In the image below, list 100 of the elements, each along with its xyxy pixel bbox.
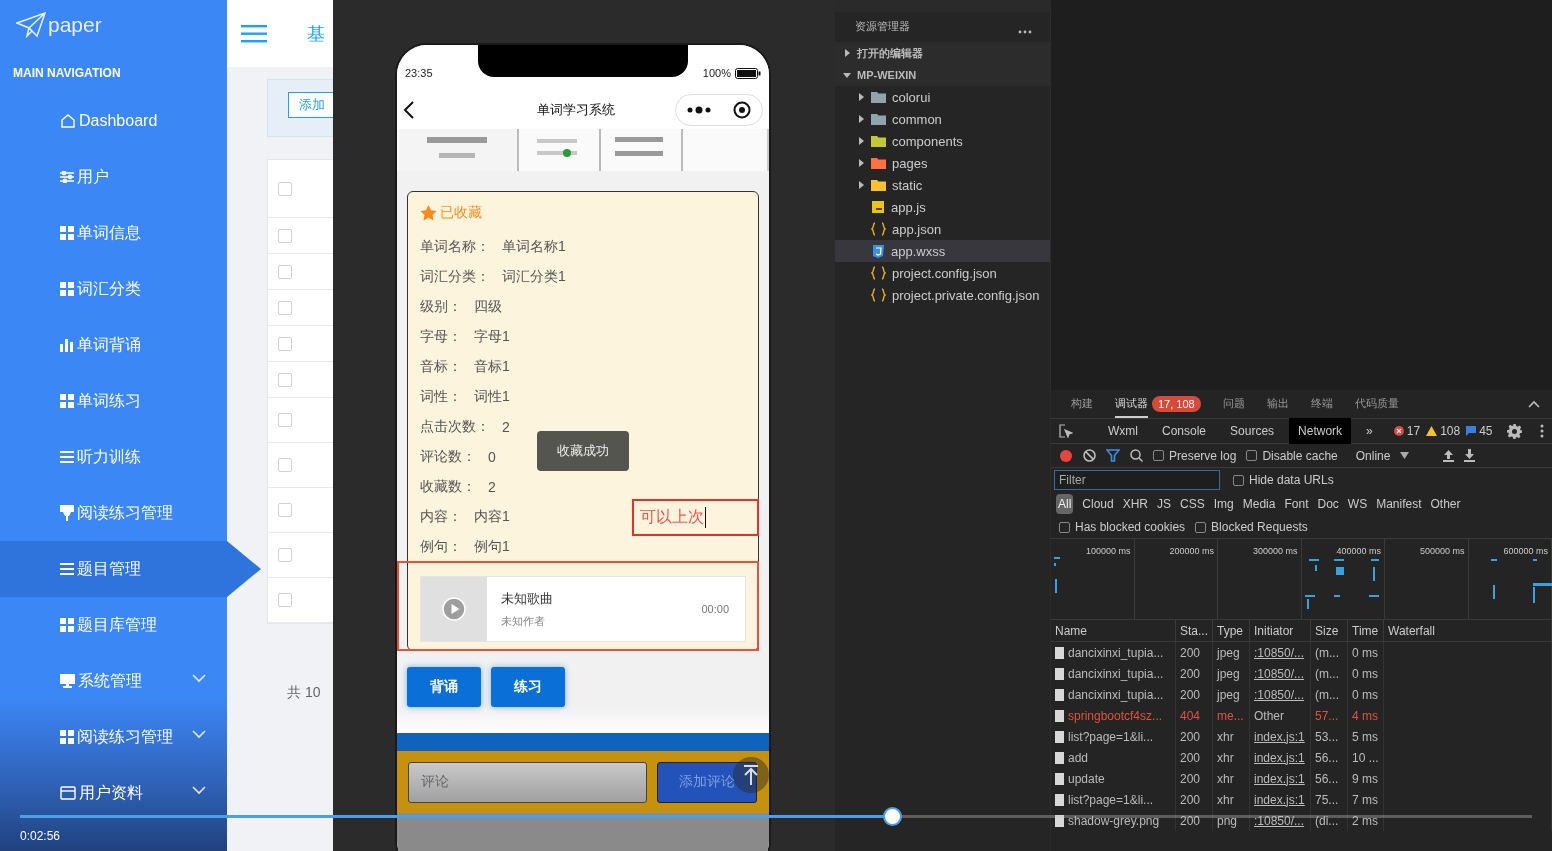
select-all-checkbox[interactable]: [278, 181, 292, 196]
panel-tab[interactable]: 问题: [1222, 390, 1245, 418]
initiator-link[interactable]: :10850/...: [1250, 642, 1311, 663]
column-header[interactable]: Size: [1311, 620, 1348, 642]
nav-item[interactable]: 用户: [0, 149, 227, 205]
action-button[interactable]: 背诵: [407, 667, 481, 707]
more-icon[interactable]: [1540, 424, 1544, 438]
nav-item[interactable]: 阅读练习管理: [0, 485, 227, 541]
nav-item[interactable]: 用户资料: [0, 765, 227, 821]
devtools-tab[interactable]: Sources: [1221, 418, 1284, 444]
dropdown-icon[interactable]: [1400, 452, 1410, 459]
request-name[interactable]: dancixinxi_tupia...: [1051, 642, 1176, 663]
nav-item[interactable]: 单词背诵: [0, 317, 227, 373]
initiator-link[interactable]: index.js:1: [1250, 768, 1311, 789]
row-checkbox[interactable]: [278, 413, 292, 427]
explorer-section[interactable]: MP-WEIXIN: [835, 64, 1050, 86]
nav-item[interactable]: Dashboard: [0, 93, 227, 149]
devtools-tab[interactable]: Console: [1153, 418, 1216, 444]
upload-icon[interactable]: [1443, 449, 1455, 462]
tree-item[interactable]: project.private.config.json: [835, 284, 1050, 306]
explorer-section[interactable]: 打开的编辑器: [835, 42, 1050, 64]
devtools-tab[interactable]: Wxml: [1099, 418, 1147, 444]
nav-item[interactable]: 听力训练: [0, 429, 227, 485]
clear-icon[interactable]: [1083, 449, 1096, 462]
column-header[interactable]: Type: [1213, 620, 1250, 642]
type-filter[interactable]: All: [1056, 494, 1074, 514]
tree-item[interactable]: app.json: [835, 218, 1050, 240]
nav-item[interactable]: 词汇分类: [0, 261, 227, 317]
back-icon[interactable]: [403, 101, 415, 119]
type-filter[interactable]: Img: [1213, 497, 1234, 511]
column-header[interactable]: Time: [1348, 620, 1384, 642]
row-checkbox[interactable]: [278, 228, 292, 243]
option-checkbox[interactable]: Blocked Requests: [1195, 520, 1308, 534]
tree-item[interactable]: app.js: [835, 196, 1050, 218]
row-checkbox[interactable]: [278, 548, 292, 562]
panel-tab[interactable]: 输出: [1266, 390, 1289, 418]
nav-item[interactable]: 题目管理: [0, 541, 261, 597]
caret-icon[interactable]: [857, 115, 865, 123]
row-checkbox[interactable]: [278, 264, 292, 279]
nav-item[interactable]: 阅读练习管理: [0, 709, 227, 765]
initiator-link[interactable]: Other: [1250, 705, 1311, 726]
panel-tab[interactable]: 调试器: [1115, 390, 1148, 418]
chevron-up-icon[interactable]: [1528, 400, 1540, 408]
type-filter[interactable]: JS: [1157, 497, 1172, 511]
type-filter[interactable]: CSS: [1180, 497, 1205, 511]
request-name[interactable]: list?page=1&li...: [1051, 789, 1176, 810]
tree-item[interactable]: components: [835, 130, 1050, 152]
column-header[interactable]: Sta...: [1176, 620, 1213, 642]
request-name[interactable]: springbootcf4sz...: [1051, 705, 1176, 726]
chevron-down-icon[interactable]: [192, 730, 206, 739]
download-icon[interactable]: [1464, 449, 1476, 462]
initiator-link[interactable]: index.js:1: [1250, 726, 1311, 747]
type-filter[interactable]: WS: [1347, 497, 1368, 511]
star-icon[interactable]: [420, 205, 437, 221]
more-icon[interactable]: [1018, 30, 1032, 34]
audio-player[interactable]: 未知歌曲 未知作者 00:00: [420, 576, 746, 642]
request-name[interactable]: dancixinxi_tupia...: [1051, 663, 1176, 684]
tree-item[interactable]: common: [835, 108, 1050, 130]
filter-icon[interactable]: [1106, 449, 1120, 462]
request-name[interactable]: update: [1051, 768, 1176, 789]
type-filter[interactable]: Other: [1430, 497, 1461, 511]
row-checkbox[interactable]: [278, 300, 292, 315]
nav-item[interactable]: 单词练习: [0, 373, 227, 429]
devtools-tab[interactable]: Network: [1289, 418, 1352, 444]
request-name[interactable]: dancixinxi_tupia...: [1051, 684, 1176, 705]
caret-icon[interactable]: [843, 49, 851, 57]
nav-item[interactable]: 单词信息: [0, 205, 227, 261]
nav-item[interactable]: 系统管理: [0, 653, 227, 709]
target-icon[interactable]: [733, 101, 751, 119]
video-progress-track[interactable]: [20, 815, 1532, 818]
play-icon[interactable]: [442, 597, 466, 621]
initiator-link[interactable]: :10850/...: [1250, 663, 1311, 684]
inspect-icon[interactable]: [1059, 424, 1073, 438]
tree-item[interactable]: static: [835, 174, 1050, 196]
column-header[interactable]: Waterfall: [1384, 620, 1552, 642]
initiator-link[interactable]: :10850/...: [1250, 810, 1311, 831]
nav-item[interactable]: 题目库管理: [0, 597, 227, 653]
row-checkbox[interactable]: [278, 458, 292, 472]
tree-item[interactable]: pages: [835, 152, 1050, 174]
initiator-link[interactable]: index.js:1: [1250, 747, 1311, 768]
search-icon[interactable]: [1130, 449, 1143, 462]
action-button[interactable]: 练习: [491, 667, 565, 707]
request-name[interactable]: add: [1051, 747, 1176, 768]
column-header[interactable]: Name: [1051, 620, 1176, 642]
column-header[interactable]: Initiator: [1250, 620, 1311, 642]
panel-tab[interactable]: 构建: [1071, 390, 1093, 418]
row-checkbox[interactable]: [278, 336, 292, 351]
type-filter[interactable]: XHR: [1122, 497, 1149, 511]
caret-icon[interactable]: [857, 137, 865, 145]
caret-icon[interactable]: [857, 159, 865, 167]
back-to-top-icon[interactable]: [733, 757, 769, 793]
initiator-link[interactable]: index.js:1: [1250, 789, 1311, 810]
settings-icon[interactable]: [1507, 423, 1522, 439]
request-name[interactable]: list?page=1&li...: [1051, 726, 1176, 747]
caret-icon[interactable]: [843, 71, 851, 79]
panel-tab[interactable]: 代码质量: [1354, 390, 1399, 418]
type-filter[interactable]: Manifest: [1376, 497, 1422, 511]
caret-icon[interactable]: [857, 93, 865, 101]
record-icon[interactable]: [1059, 448, 1073, 463]
filter-field[interactable]: Filter: [1054, 470, 1220, 490]
